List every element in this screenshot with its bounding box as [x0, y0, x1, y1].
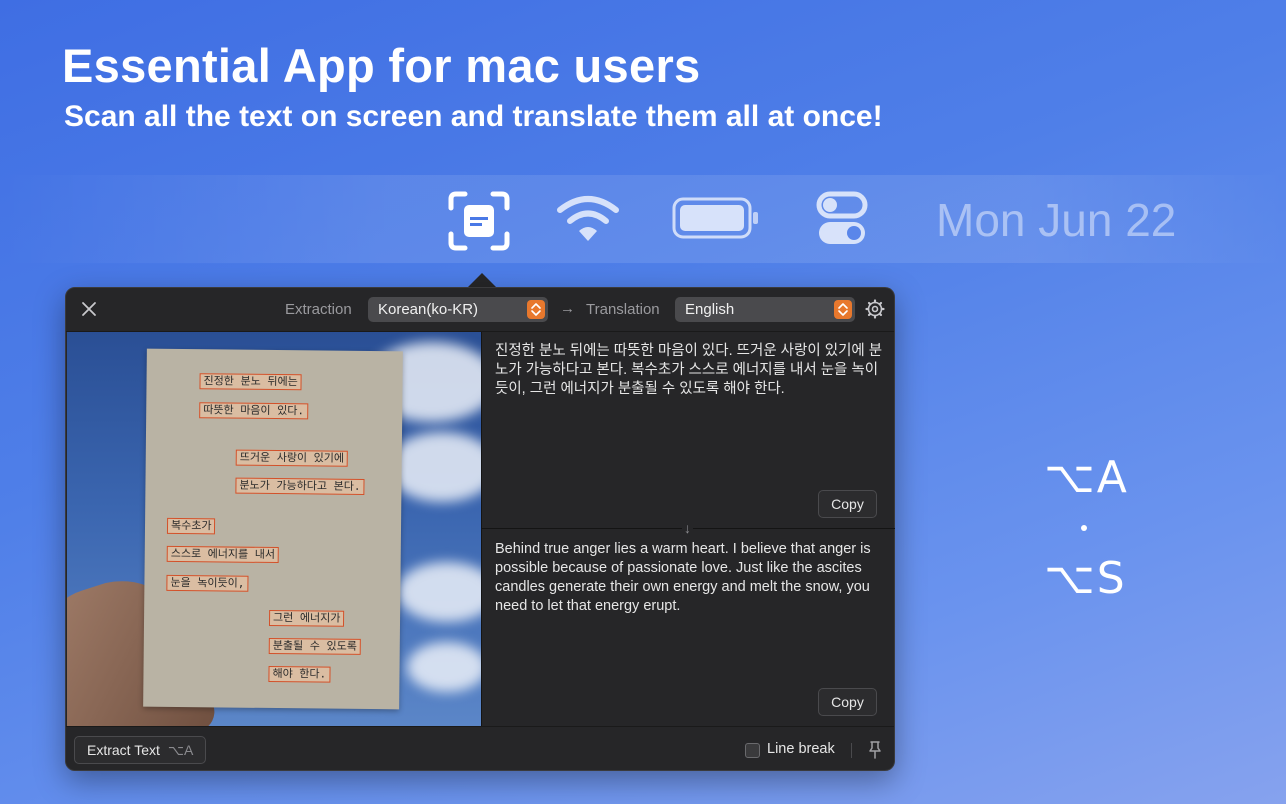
menubar-date: Mon Jun 22 — [936, 194, 1177, 246]
ocr-text-line: 따뜻한 마음이 있다. — [199, 402, 309, 420]
shortcut-legend: ⌥A ⌥S — [1044, 452, 1129, 604]
translate-shortcut-key: ⌥S — [1044, 553, 1127, 604]
popover-toolbar: Extraction Korean(ko-KR) → Translation E… — [66, 288, 894, 332]
scan-text-icon[interactable] — [448, 191, 510, 251]
translation-language-select[interactable]: English — [675, 297, 855, 322]
ocr-text-line: 눈을 녹이듯이, — [166, 574, 249, 592]
source-text-area[interactable]: 진정한 분노 뒤에는 따뜻한 마음이 있다. 뜨거운 사랑이 있기에 분노가 가… — [495, 342, 887, 399]
ocr-text-line: 진정한 분노 뒤에는 — [199, 373, 302, 391]
translation-language-value: English — [685, 301, 735, 318]
hero-headline: Essential App for mac users — [62, 39, 701, 92]
translation-popover: Extraction Korean(ko-KR) → Translation E… — [65, 287, 895, 771]
popover-bottom-bar: Extract Text ⌥A Line break — [66, 726, 894, 772]
translated-text-area[interactable]: Behind true anger lies a warm heart. I b… — [495, 540, 887, 616]
ocr-text-line: 분노가 가능하다고 본다. — [235, 477, 365, 495]
hero-subline: Scan all the text on screen and translat… — [64, 100, 883, 133]
pin-icon[interactable] — [867, 740, 883, 760]
extraction-label: Extraction — [285, 301, 352, 318]
gear-icon[interactable] — [865, 299, 885, 319]
extract-text-label: Extract Text — [87, 742, 160, 758]
ocr-text-line: 해야 한다. — [268, 665, 331, 683]
translation-label: Translation — [586, 301, 660, 318]
extract-shortcut-hint: ⌥A — [167, 742, 194, 758]
popover-caret — [468, 273, 496, 287]
line-break-label[interactable]: Line break — [767, 741, 835, 757]
cloud-shape — [397, 562, 481, 622]
close-icon[interactable] — [80, 300, 98, 318]
extraction-language-value: Korean(ko-KR) — [378, 301, 479, 318]
extract-shortcut-key: ⌥A — [1044, 452, 1129, 503]
source-image-preview[interactable]: 진정한 분노 뒤에는 따뜻한 마음이 있다. 뜨거운 사랑이 있기에 분노가 가… — [67, 332, 481, 726]
arrow-right-icon: → — [560, 300, 575, 317]
shortcut-separator-dot — [1081, 525, 1087, 531]
extract-text-button[interactable]: Extract Text ⌥A — [74, 736, 207, 764]
ocr-text-line: 스스로 에너지를 내서 — [166, 545, 280, 564]
source-text-pane: 진정한 분노 뒤에는 따뜻한 마음이 있다. 뜨거운 사랑이 있기에 분노가 가… — [482, 332, 895, 528]
copy-translation-button[interactable]: Copy — [818, 688, 877, 716]
copy-source-button[interactable]: Copy — [818, 490, 877, 518]
battery-icon[interactable] — [672, 197, 762, 239]
ocr-text-line: 분출될 수 있도록 — [268, 637, 361, 655]
translated-text-pane: Behind true anger lies a warm heart. I b… — [482, 530, 895, 726]
control-center-icon[interactable] — [816, 191, 868, 247]
ocr-text-line: 그런 에너지가 — [268, 609, 345, 627]
line-break-checkbox[interactable] — [745, 743, 760, 758]
ocr-text-line: 뜨거운 사랑이 있기에 — [235, 449, 349, 467]
paper-sheet: 진정한 분노 뒤에는 따뜻한 마음이 있다. 뜨거운 사랑이 있기에 분노가 가… — [143, 348, 403, 710]
ocr-text-line: 복수초가 — [166, 517, 216, 535]
wifi-icon[interactable] — [555, 194, 621, 244]
chevron-updown-icon — [834, 300, 852, 319]
cloud-shape — [407, 642, 481, 692]
toolbar-separator — [851, 743, 852, 758]
chevron-updown-icon — [527, 300, 545, 319]
extraction-language-select[interactable]: Korean(ko-KR) — [368, 297, 548, 322]
